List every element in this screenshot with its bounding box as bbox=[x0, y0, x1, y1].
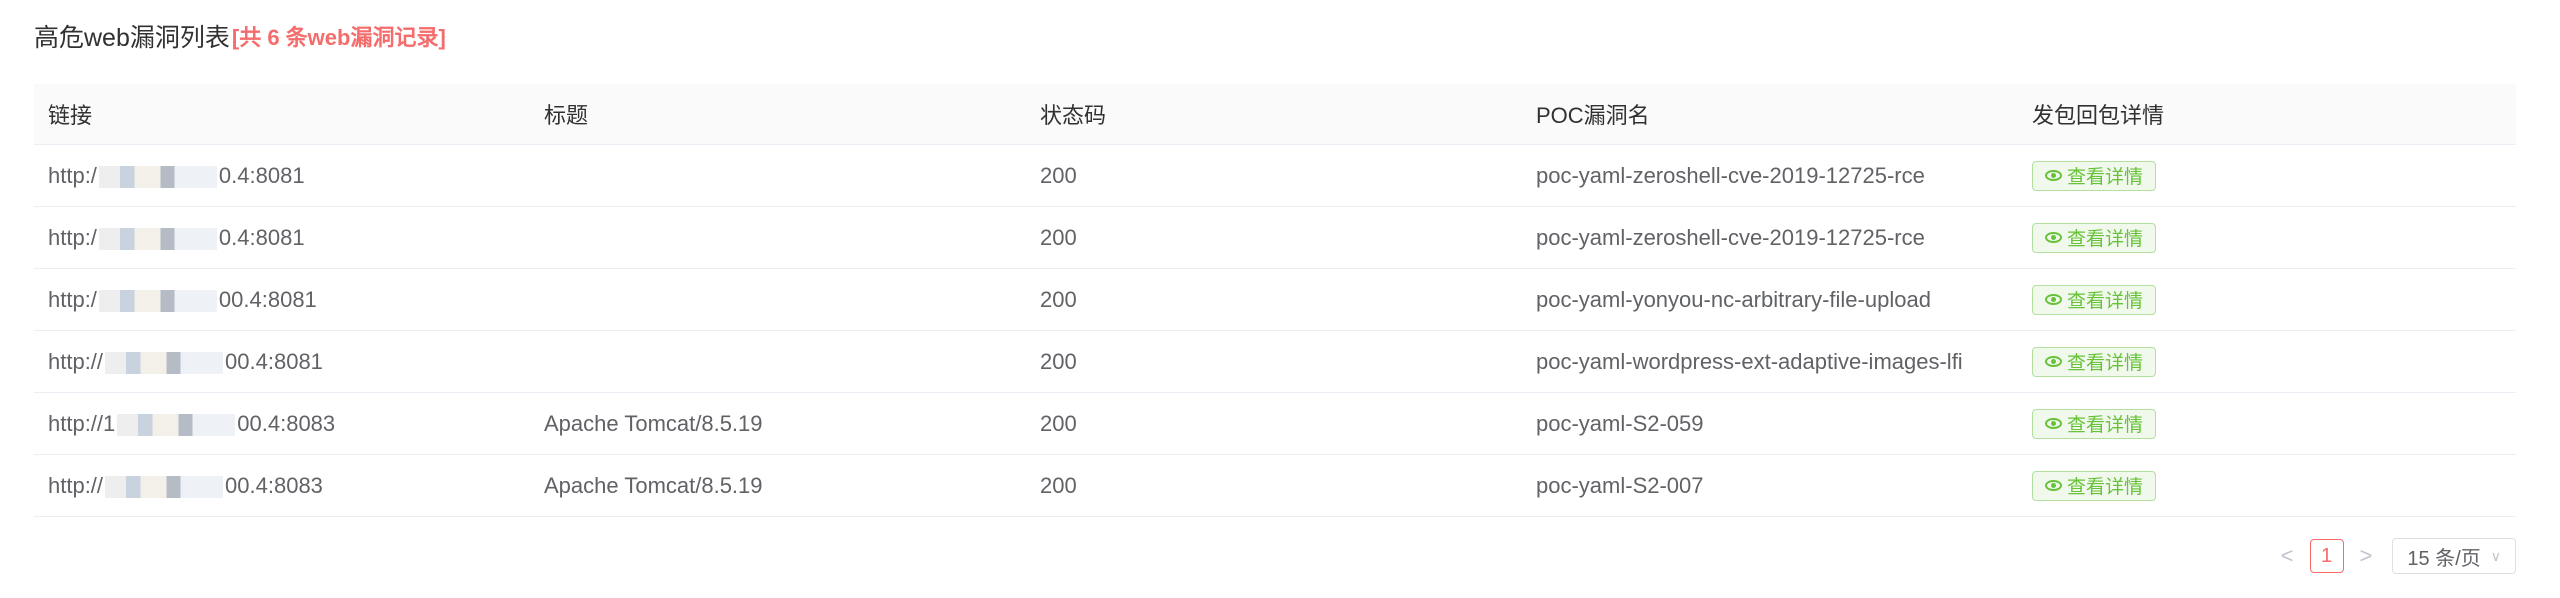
status-cell: 200 bbox=[1040, 224, 1077, 250]
prev-page-button[interactable]: < bbox=[2281, 543, 2294, 569]
title-cell: Apache Tomcat/8.5.19 bbox=[544, 410, 763, 436]
chevron-down-icon: ∨ bbox=[2490, 547, 2501, 564]
column-header-title: 标题 bbox=[544, 103, 589, 128]
page-header: 高危web漏洞列表 [共 6 条web漏洞记录] bbox=[34, 16, 446, 56]
poc-cell: poc-yaml-S2-059 bbox=[1536, 410, 1704, 436]
table-row: http:/0.4:8081 200 poc-yaml-zeroshell-cv… bbox=[34, 145, 2516, 207]
eye-icon bbox=[2045, 170, 2062, 181]
page-size-label: 15 条/页 bbox=[2407, 547, 2481, 570]
table-row: http:/00.4:8081 200 poc-yaml-yonyou-nc-a… bbox=[34, 269, 2516, 331]
link-cell: http://1 00.4:8083 bbox=[48, 410, 336, 436]
table-row: http:/0.4:8081 200 poc-yaml-zeroshell-cv… bbox=[34, 207, 2516, 269]
title-cell: Apache Tomcat/8.5.19 bbox=[544, 472, 763, 498]
column-header-poc: POC漏洞名 bbox=[1536, 103, 1650, 128]
page-title: 高危web漏洞列表 bbox=[34, 24, 230, 52]
view-detail-button[interactable]: 查看详情 bbox=[2032, 222, 2157, 253]
detail-cell: 查看详情 bbox=[2018, 222, 2516, 253]
redacted-block bbox=[117, 413, 236, 436]
eye-icon bbox=[2045, 232, 2062, 243]
table-row: http://00.4:8083 Apache Tomcat/8.5.19 20… bbox=[34, 455, 2516, 517]
redacted-block bbox=[98, 227, 217, 250]
poc-cell: poc-yaml-S2-007 bbox=[1536, 472, 1704, 498]
vulnerability-table: 链接 标题 状态码 POC漏洞名 发包回包详情 http:/0.4:8081 2… bbox=[34, 84, 2516, 517]
page-number-current[interactable]: 1 bbox=[2309, 539, 2344, 573]
view-detail-button[interactable]: 查看详情 bbox=[2032, 408, 2157, 439]
page-size-select[interactable]: 15 条/页 ∨ bbox=[2392, 538, 2516, 574]
status-cell: 200 bbox=[1040, 348, 1077, 374]
pagination: < 1 > 15 条/页 ∨ bbox=[2281, 538, 2516, 574]
detail-cell: 查看详情 bbox=[2018, 408, 2516, 439]
view-detail-button[interactable]: 查看详情 bbox=[2032, 346, 2157, 377]
view-detail-button[interactable]: 查看详情 bbox=[2032, 160, 2157, 191]
poc-cell: poc-yaml-zeroshell-cve-2019-12725-rce bbox=[1536, 162, 1925, 188]
poc-cell: poc-yaml-yonyou-nc-arbitrary-file-upload bbox=[1536, 286, 1931, 312]
redacted-block bbox=[105, 475, 224, 498]
detail-cell: 查看详情 bbox=[2018, 160, 2516, 191]
eye-icon bbox=[2045, 356, 2062, 367]
column-header-status: 状态码 bbox=[1040, 103, 1107, 128]
link-cell: http://00.4:8081 bbox=[48, 348, 323, 374]
eye-icon bbox=[2045, 480, 2062, 491]
view-detail-button[interactable]: 查看详情 bbox=[2032, 284, 2157, 315]
table-header-row: 链接 标题 状态码 POC漏洞名 发包回包详情 bbox=[34, 84, 2516, 145]
detail-cell: 查看详情 bbox=[2018, 284, 2516, 315]
redacted-block bbox=[98, 289, 217, 312]
poc-cell: poc-yaml-zeroshell-cve-2019-12725-rce bbox=[1536, 224, 1925, 250]
link-cell: http:/00.4:8081 bbox=[48, 286, 317, 312]
status-cell: 200 bbox=[1040, 410, 1077, 436]
poc-cell: poc-yaml-wordpress-ext-adaptive-images-l… bbox=[1536, 348, 1963, 374]
link-cell: http:/0.4:8081 bbox=[48, 162, 305, 188]
record-count-label: [共 6 条web漏洞记录] bbox=[231, 25, 446, 50]
link-cell: http://00.4:8083 bbox=[48, 472, 323, 498]
column-header-detail: 发包回包详情 bbox=[2032, 103, 2165, 128]
detail-cell: 查看详情 bbox=[2018, 470, 2516, 501]
column-header-link: 链接 bbox=[48, 103, 93, 128]
eye-icon bbox=[2045, 418, 2062, 429]
status-cell: 200 bbox=[1040, 162, 1077, 188]
status-cell: 200 bbox=[1040, 472, 1077, 498]
detail-cell: 查看详情 bbox=[2018, 346, 2516, 377]
next-page-button[interactable]: > bbox=[2360, 543, 2373, 569]
redacted-block bbox=[105, 351, 224, 374]
view-detail-button[interactable]: 查看详情 bbox=[2032, 470, 2157, 501]
eye-icon bbox=[2045, 294, 2062, 305]
table-row: http://1 00.4:8083 Apache Tomcat/8.5.19 2… bbox=[34, 393, 2516, 455]
redacted-block bbox=[98, 165, 217, 188]
status-cell: 200 bbox=[1040, 286, 1077, 312]
table-row: http://00.4:8081 200 poc-yaml-wordpress-… bbox=[34, 331, 2516, 393]
link-cell: http:/0.4:8081 bbox=[48, 224, 305, 250]
